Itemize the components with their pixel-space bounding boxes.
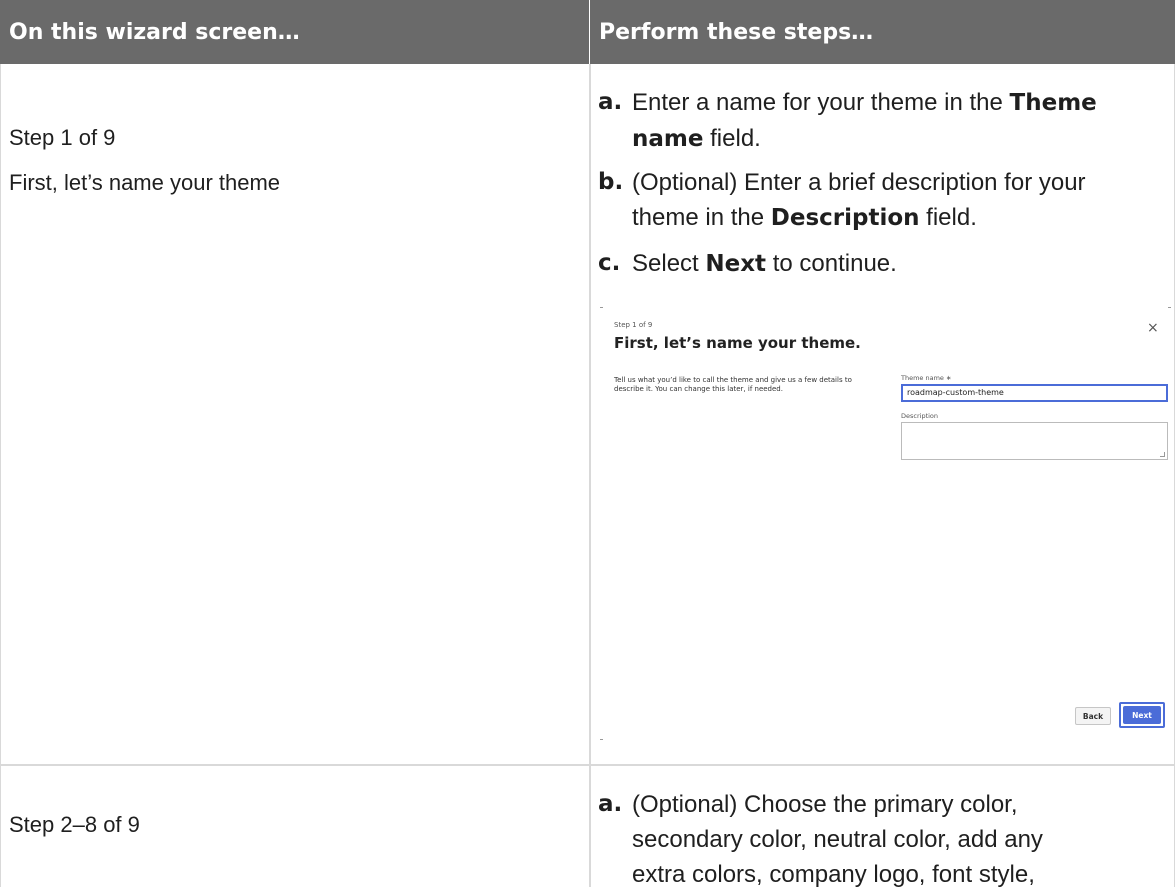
wizard-title: First, let’s name your theme.	[614, 334, 861, 352]
row-divider	[0, 764, 1175, 766]
next-button[interactable]: Next	[1123, 706, 1161, 724]
step-a-bold-theme: Theme	[1009, 90, 1097, 116]
step-a-bold-name: name	[632, 126, 704, 152]
crop-mark	[1168, 307, 1171, 308]
row2-step-a-line1: (Optional) Choose the primary color,	[632, 791, 1018, 818]
wizard-screenshot: Step 1 of 9 First, let’s name your theme…	[592, 304, 1174, 744]
step-c-text: Select	[632, 250, 706, 277]
step-a-text-end: field.	[703, 125, 761, 152]
row2-step-a-line2: secondary color, neutral color, add any	[632, 826, 1043, 853]
row1-step-a: a. Enter a name for your theme in the Th…	[598, 85, 1168, 157]
step-c-bold-next: Next	[705, 251, 767, 277]
theme-name-label: Theme name ∗	[901, 374, 952, 382]
crop-mark	[600, 739, 603, 740]
column-header-steps: Perform these steps…	[590, 0, 1175, 64]
wizard-step-indicator: Step 1 of 9	[614, 321, 653, 329]
row1-step-c: c. Select Next to continue.	[598, 246, 1168, 282]
row2-step-a-line3: extra colors, company logo, font style,	[632, 861, 1035, 887]
row2-step-label: Step 2–8 of 9	[9, 812, 140, 837]
step-c-text-end: to continue.	[766, 250, 897, 277]
close-icon[interactable]: ×	[1147, 320, 1159, 336]
step-b-text: (Optional) Enter a brief description for…	[632, 169, 1086, 196]
step-a-label: a.	[598, 89, 623, 115]
theme-name-input[interactable]: roadmap-custom-theme	[901, 384, 1168, 402]
description-label: Description	[901, 412, 939, 420]
row1-step-label: Step 1 of 9	[9, 125, 116, 150]
crop-mark	[600, 307, 603, 308]
step-b-bold-description: Description	[770, 205, 920, 231]
row1-step-b: b. (Optional) Enter a brief description …	[598, 165, 1168, 236]
step-c-label: c.	[598, 250, 621, 276]
step-b-label: b.	[598, 169, 624, 195]
resize-handle-icon[interactable]	[1160, 452, 1165, 457]
wizard-description: Tell us what you’d like to call the them…	[614, 376, 852, 393]
step-b-text-end: field.	[919, 204, 977, 231]
row1-screen-title: First, let’s name your theme	[9, 170, 281, 195]
instruction-table: On this wizard screen… Perform these ste…	[0, 0, 1175, 887]
row2-step-a-label: a.	[598, 791, 623, 817]
back-button[interactable]: Back	[1075, 707, 1111, 725]
row2-step-a: a. (Optional) Choose the primary color, …	[598, 787, 1168, 887]
step-b-text-2: theme in the	[632, 204, 771, 231]
description-textarea[interactable]	[901, 422, 1168, 460]
column-header-wizard-screen: On this wizard screen…	[0, 0, 589, 64]
step-a-text: Enter a name for your theme in the	[632, 89, 1010, 116]
